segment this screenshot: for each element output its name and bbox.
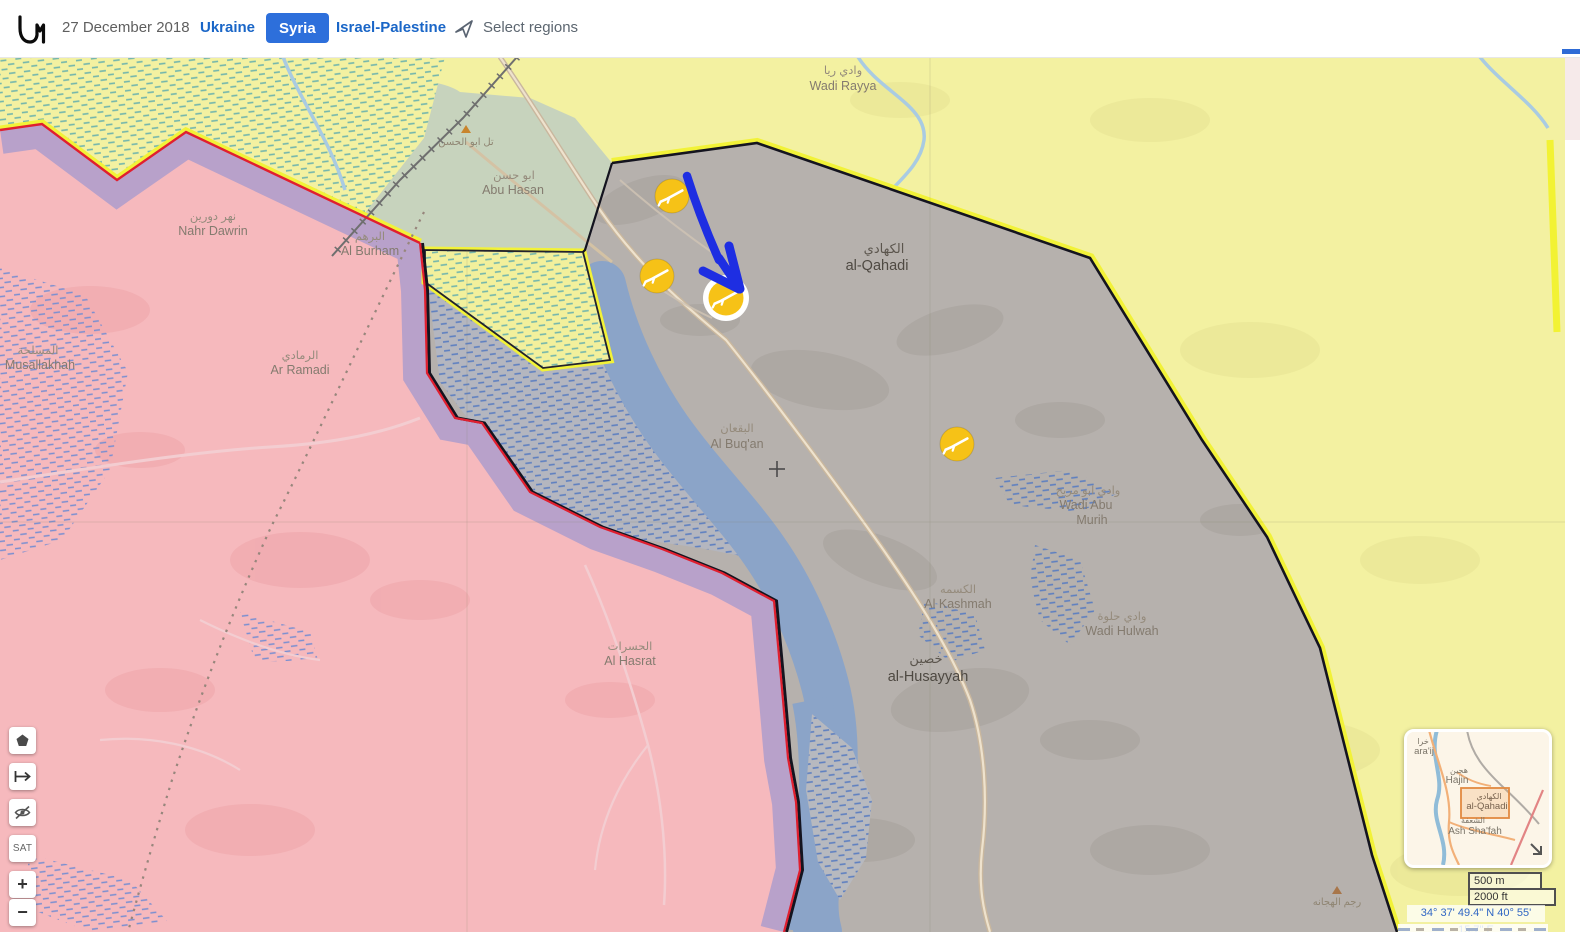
place-label-en: Wadi Rayya xyxy=(810,79,877,93)
minimap-label-en: ara'ij xyxy=(1414,746,1434,757)
tab-israel-palestine[interactable]: Israel-Palestine xyxy=(336,19,446,36)
place-label-en: Al Burham xyxy=(341,244,399,258)
map-container: وادي ريا Wadi Rayya تل ابو الحسن ابو حسن… xyxy=(0,57,1565,932)
liveuamap-logo[interactable] xyxy=(16,13,46,45)
place-label-ar: وادي ريا xyxy=(824,65,862,78)
zoom-out-button[interactable]: − xyxy=(9,899,36,926)
place-label-ar: خصين xyxy=(909,651,942,667)
place-label-en: Nahr Dawrin xyxy=(178,224,248,238)
place-label-ar: رجم الهجانه xyxy=(1313,897,1362,908)
coordinates-readout: 34° 37' 49.4" N 40° 55' 15.7" E xyxy=(1407,905,1545,922)
date-label: 27 December 2018 xyxy=(62,19,190,36)
tab-syria[interactable]: Syria xyxy=(266,13,329,43)
place-label-ar: البرهم xyxy=(355,231,385,244)
select-regions-icon[interactable] xyxy=(452,17,476,41)
header: 27 December 2018 Ukraine Syria Israel-Pa… xyxy=(0,0,1580,58)
side-panel-strip xyxy=(1565,57,1580,932)
tab-ukraine[interactable]: Ukraine xyxy=(200,19,255,36)
place-label-en: Ar Ramadi xyxy=(270,363,329,377)
satellite-toggle-button[interactable]: SAT xyxy=(9,835,36,862)
zoom-in-button[interactable]: + xyxy=(9,871,36,898)
measure-icon xyxy=(14,770,31,783)
place-label-ar: الرمادي xyxy=(282,350,319,363)
event-marker-clash[interactable] xyxy=(640,259,674,293)
draw-polygon-button[interactable] xyxy=(9,727,36,754)
place-label-ar: الحسرات xyxy=(608,641,653,654)
eye-off-icon xyxy=(14,805,31,820)
place-label-en: al-Qahadi xyxy=(846,258,909,274)
map-canvas[interactable]: وادي ريا Wadi Rayya تل ابو الحسن ابو حسن… xyxy=(0,57,1565,932)
polygon-icon xyxy=(16,734,29,747)
minimap-label-en: Ash Sha'fah xyxy=(1448,826,1502,837)
place-label-ar: ابو حسن xyxy=(493,170,535,183)
place-label-en: Wadi Hulwah xyxy=(1085,624,1158,638)
scale-metric: 500 m xyxy=(1468,872,1542,888)
minimap-label-en: al-Qahadi xyxy=(1466,801,1507,812)
event-marker-clash[interactable] xyxy=(655,179,689,213)
hide-markers-button[interactable] xyxy=(9,799,36,826)
place-label-ar: تل ابو الحسن xyxy=(438,137,494,148)
place-label-en: Musallakhah xyxy=(5,358,75,372)
measure-button[interactable] xyxy=(9,763,36,790)
place-label-ar: البقعان xyxy=(720,423,753,435)
side-panel-accent xyxy=(1562,49,1580,54)
place-label-ar: المسلحة xyxy=(17,345,58,357)
place-label-en: Abu Hasan xyxy=(482,183,544,197)
place-label-ar: الكهادي xyxy=(864,241,905,257)
place-label-ar: وادي ابو مريح xyxy=(1056,485,1121,498)
minimap-label-ar: الشعفة xyxy=(1461,816,1485,825)
place-label-en: Al Kashmah xyxy=(924,597,991,611)
scale-control: 500 m 2000 ft xyxy=(1468,872,1556,906)
side-panel-block xyxy=(1565,57,1580,140)
minimap-label-ar: هجين xyxy=(1450,766,1468,775)
select-regions-label[interactable]: Select regions xyxy=(483,19,578,36)
place-label-en: Al Hasrat xyxy=(604,654,656,668)
place-label-en: Murih xyxy=(1076,513,1107,527)
place-label-ar: الكسمه xyxy=(940,584,976,596)
minimap-label-en: Hajin xyxy=(1446,775,1469,786)
minimap-label-ar: خرا xyxy=(1417,737,1429,746)
liveuamap-app: 27 December 2018 Ukraine Syria Israel-Pa… xyxy=(0,0,1580,932)
minimap[interactable]: خرا ara'ij هجين Hajin الكهادي al-Qahadi … xyxy=(1404,729,1552,868)
scale-imperial: 2000 ft xyxy=(1468,888,1556,906)
place-label-en: Wadi Abu xyxy=(1059,498,1112,512)
place-label-en: al-Husayyah xyxy=(888,669,969,685)
place-label-ar: نهر دورين xyxy=(190,211,236,224)
minimap-label-ar: الكهادي xyxy=(1476,792,1501,801)
attribution-cutoff xyxy=(1398,924,1548,932)
event-marker-clash[interactable] xyxy=(940,427,974,461)
place-label-en: Al Buq'an xyxy=(710,437,763,451)
place-label-ar: وادي حلوة xyxy=(1098,611,1147,624)
